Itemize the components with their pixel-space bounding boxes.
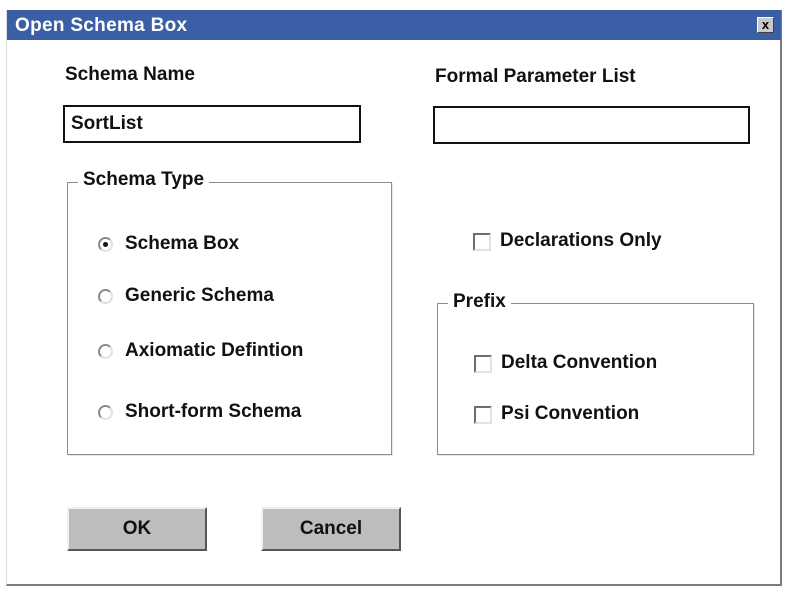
declarations-only-label: Declarations Only [500,230,662,251]
prefix-group: Prefix Delta Convention Psi Convention [437,291,754,455]
radio-button-icon[interactable] [98,405,113,420]
schema-type-legend: Schema Type [78,169,210,191]
close-icon: x [761,17,770,32]
open-schema-box-dialog: Open Schema Box x Schema Name Formal Par… [6,10,782,586]
psi-convention-label: Psi Convention [501,403,640,424]
formal-parameter-list-input[interactable] [433,106,750,144]
ok-button[interactable]: OK [67,507,207,551]
dialog-title: Open Schema Box [15,15,188,36]
schema-type-group: Schema Type Schema Box Generic Schema Ax… [67,169,392,455]
checkbox-icon[interactable] [474,406,492,424]
formal-parameter-list-label: Formal Parameter List [435,66,636,87]
radio-button-icon[interactable] [98,289,113,304]
schema-name-input[interactable] [63,105,361,143]
cancel-button[interactable]: Cancel [261,507,401,551]
checkbox-icon[interactable] [474,355,492,373]
delta-convention-label: Delta Convention [501,352,658,373]
radio-generic-schema-label: Generic Schema [125,285,274,306]
prefix-legend: Prefix [448,291,511,313]
radio-short-form-schema-label: Short-form Schema [125,401,302,422]
radio-axiomatic-definition-label: Axiomatic Defintion [125,340,304,361]
title-bar[interactable]: Open Schema Box x [7,10,781,40]
checkbox-icon[interactable] [473,233,491,251]
radio-button-icon[interactable] [98,237,113,252]
radio-selected-dot [103,242,108,247]
close-button[interactable]: x [757,17,774,33]
radio-button-icon[interactable] [98,344,113,359]
schema-name-label: Schema Name [65,64,195,85]
radio-schema-box-label: Schema Box [125,233,240,254]
